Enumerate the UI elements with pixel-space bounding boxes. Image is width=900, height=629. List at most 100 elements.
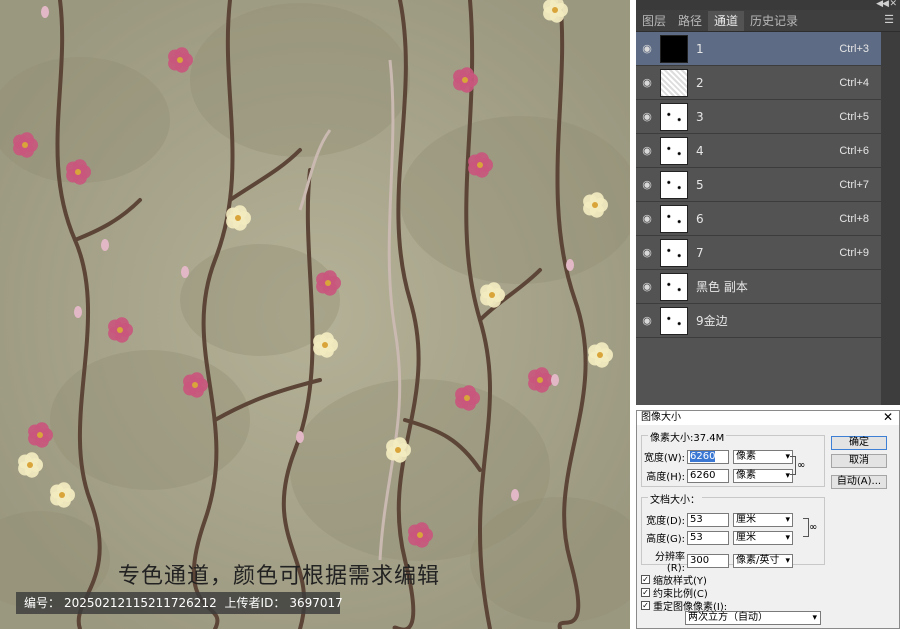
pixel-height-label: 高度(H): (646, 472, 685, 483)
tab-history[interactable]: 历史记录 (744, 11, 804, 31)
flower-center (192, 382, 198, 388)
doc-height-unit-select[interactable]: 厘米 (733, 530, 793, 545)
channel-row[interactable]: ◉ 4 Ctrl+6 (636, 134, 881, 168)
blossom-bud (566, 259, 574, 271)
pixel-height-unit-select[interactable]: 像素 (733, 468, 793, 483)
eye-icon[interactable]: ◉ (636, 212, 658, 225)
blossom-bud (511, 489, 519, 501)
doc-height-row: 高度(G): 53 厘米 (641, 530, 793, 545)
eye-icon[interactable]: ◉ (636, 110, 658, 123)
flower-center (417, 532, 423, 538)
texture-spot (190, 3, 410, 157)
ok-button[interactable]: 确定 (831, 436, 887, 450)
channel-name: 5 (696, 177, 704, 192)
eye-icon[interactable]: ◉ (636, 280, 658, 293)
tab-layers[interactable]: 图层 (636, 11, 672, 31)
blossom-bud (551, 374, 559, 386)
panel-menu-icon[interactable]: ☰ (884, 13, 894, 26)
panel-scrollbar[interactable] (881, 32, 900, 405)
resolution-unit-select[interactable]: 像素/英寸 (733, 554, 793, 568)
flower-center (325, 280, 331, 286)
flower-center (22, 142, 28, 148)
doc-width-label: 宽度(D): (646, 516, 685, 527)
resolution-row: 分辨率(R): 300 像素/英寸 (641, 548, 793, 574)
pixel-width-input[interactable]: 6260 (687, 449, 729, 464)
channel-row[interactable]: ◉ 5 Ctrl+7 (636, 168, 881, 202)
resolution-label: 分辨率(R): (655, 552, 685, 574)
resample-method-select[interactable]: 两次立方（自动） (685, 611, 821, 625)
channel-shortcut: Ctrl+4 (839, 76, 869, 89)
channel-name: 4 (696, 143, 704, 158)
pixel-width-value: 6260 (690, 450, 716, 462)
channel-row[interactable]: ◉ 7 Ctrl+9 (636, 236, 881, 270)
channel-row[interactable]: ◉ 2 Ctrl+4 (636, 66, 881, 100)
channel-thumbnail (660, 170, 688, 199)
cancel-button[interactable]: 取消 (831, 454, 887, 468)
channel-row[interactable]: ◉ 3 Ctrl+5 (636, 100, 881, 134)
auto-button[interactable]: 自动(A)... (831, 475, 887, 489)
uploader-label: 上传者ID： (224, 596, 286, 610)
channel-thumbnail (660, 34, 688, 63)
panel-tabs: 图层 路径 通道 历史记录 ☰ (636, 10, 900, 32)
channel-shortcut: Ctrl+6 (839, 144, 869, 157)
eye-icon[interactable]: ◉ (636, 314, 658, 327)
channel-shortcut: Ctrl+5 (839, 110, 869, 123)
channel-shortcut: Ctrl+8 (839, 212, 869, 225)
flower-center (27, 462, 33, 468)
flower-center (395, 447, 401, 453)
id-value: 20250212115211726212 (64, 596, 217, 610)
doc-width-row: 宽度(D): 53 厘米 (641, 512, 793, 527)
tab-paths[interactable]: 路径 (672, 11, 708, 31)
blossom-bud (41, 6, 49, 18)
dialog-title-bar: 图像大小 ✕ (637, 410, 899, 425)
channel-name: 9金边 (696, 314, 728, 328)
id-label: 编号： (24, 596, 61, 610)
flower-center (75, 169, 81, 175)
channel-thumbnail (660, 204, 688, 233)
channel-name: 黑色 副本 (696, 280, 748, 294)
flower-center (477, 162, 483, 168)
collapse-icon[interactable]: ◀◀ ✕ (876, 0, 897, 9)
pixel-width-unit-select[interactable]: 像素 (733, 449, 793, 464)
chain-link-icon: ∞ (809, 522, 818, 533)
close-icon[interactable]: ✕ (883, 410, 893, 424)
doc-height-input[interactable]: 53 (687, 530, 729, 545)
channel-list: ◉ 1 Ctrl+3 ◉ 2 Ctrl+4 ◉ 3 Ctrl+5 ◉ 4 Ctrl+6 ◉ 5 Ctrl+7… (636, 32, 881, 338)
pixel-height-row: 高度(H): 6260 像素 (641, 468, 793, 483)
doc-width-unit-select[interactable]: 厘米 (733, 512, 793, 527)
channel-thumbnail (660, 102, 688, 131)
flower-center (552, 7, 558, 13)
eye-icon[interactable]: ◉ (636, 42, 658, 55)
eye-icon[interactable]: ◉ (636, 76, 658, 89)
eye-icon[interactable]: ◉ (636, 178, 658, 191)
channel-row[interactable]: ◉ 黑色 副本 (636, 270, 881, 304)
channel-shortcut: Ctrl+9 (839, 246, 869, 259)
resolution-input[interactable]: 300 (687, 554, 729, 568)
checkbox-checked-icon: ✓ (641, 601, 650, 610)
doc-width-input[interactable]: 53 (687, 512, 729, 527)
image-size-dialog: 图像大小 ✕ 像素大小:37.4M 宽度(W): 6260 像素 高度(H): … (636, 410, 900, 629)
tab-channels[interactable]: 通道 (708, 11, 745, 31)
pixel-width-row: 宽度(W): 6260 像素 (641, 449, 793, 464)
blossom-bud (181, 266, 189, 278)
flower-center (489, 292, 495, 298)
artwork-info-bar: 编号： 20250212115211726212 上传者ID： 3697017 (16, 592, 343, 614)
channel-row[interactable]: ◉ 6 Ctrl+8 (636, 202, 881, 236)
eye-icon[interactable]: ◉ (636, 246, 658, 259)
pixel-height-input[interactable]: 6260 (687, 468, 729, 483)
pixel-dimensions-label: 像素大小:37.4M (648, 429, 727, 444)
checkbox-checked-icon: ✓ (641, 575, 650, 584)
channel-row[interactable]: ◉ 9金边 (636, 304, 881, 338)
channel-row[interactable]: ◉ 1 Ctrl+3 (636, 32, 881, 66)
flower-center (117, 327, 123, 333)
channel-thumbnail (660, 68, 688, 97)
channel-thumbnail (660, 306, 688, 335)
channel-thumbnail (660, 136, 688, 165)
artwork-caption: 专色通道，颜色可根据需求编辑 (118, 564, 441, 589)
channel-name: 6 (696, 211, 704, 226)
chain-link-icon: ∞ (797, 460, 806, 471)
dialog-title: 图像大小 (641, 412, 681, 423)
eye-icon[interactable]: ◉ (636, 144, 658, 157)
blossom-bud (74, 306, 82, 318)
flower-center (462, 77, 468, 83)
